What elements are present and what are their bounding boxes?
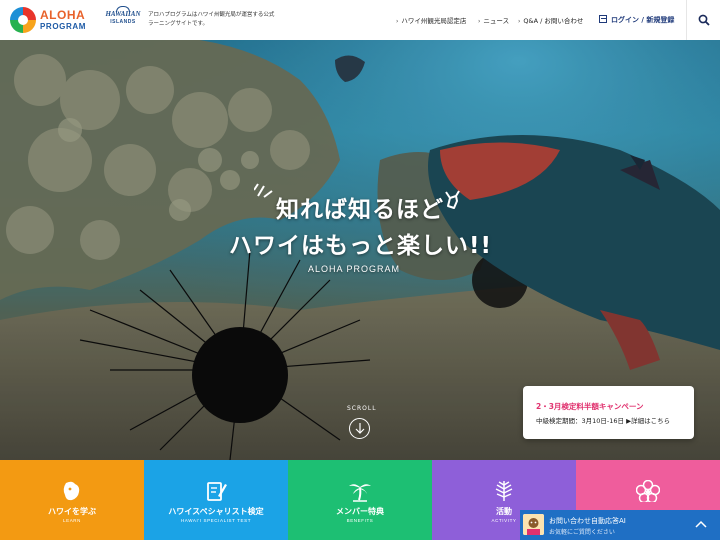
hawaii-island-icon xyxy=(63,481,80,501)
partner-logo-text: HAWAIIAN xyxy=(105,10,141,18)
tile-label: ハワイを学ぶ xyxy=(48,507,96,516)
site-description: アロハプログラムはハワイ州観光局が運営する公式ラーニングサイトです。 xyxy=(148,12,275,27)
chat-title: お問い合わせ自動応答AI xyxy=(549,517,626,525)
nav-label: ハワイ州観光局認定店 xyxy=(401,17,467,25)
partner-logo-subtext: ISLANDS xyxy=(110,19,136,25)
search-icon xyxy=(698,14,710,26)
hero-headline-line2: ハワイはもっと楽しい!! xyxy=(229,233,492,259)
site-header: ALOHA PROGRAM HAWAIIAN ISLANDS アロハプログラムは… xyxy=(0,0,720,40)
hero-banner: 知れば知るほど ハワイはもっと楽しい!! ALOHA PROGRAM SCROL… xyxy=(0,40,720,460)
chat-subtitle: お気軽にご質問ください xyxy=(549,529,615,536)
login-label: ログイン / 新規登録 xyxy=(611,16,675,24)
chat-avatar xyxy=(523,514,544,535)
mascot-avatar-icon xyxy=(523,514,544,535)
test-pen-icon xyxy=(207,482,227,501)
campaign-title: 2・3月検定料半額キャンペーン xyxy=(536,402,644,411)
nav-certified-shops[interactable]: › ハワイ州観光局認定店 xyxy=(396,15,466,25)
hawaiian-islands-logo[interactable]: HAWAIIAN ISLANDS xyxy=(104,6,142,32)
logo-text-line2: PROGRAM xyxy=(40,22,86,31)
chevron-up-icon[interactable] xyxy=(692,516,710,534)
fern-icon xyxy=(495,481,513,501)
logo-text-line1: ALOHA xyxy=(40,8,86,22)
palm-tree-icon xyxy=(349,484,371,502)
tile-sublabel: HAWAI'I SPECIALIST TEST xyxy=(180,518,252,523)
shaka-hand-icon xyxy=(445,190,460,209)
chevron-right-icon: › xyxy=(478,18,481,25)
scroll-label: SCROLL xyxy=(347,405,377,412)
nav-news[interactable]: › ニュース xyxy=(478,15,509,25)
tile-learn[interactable]: ハワイを学ぶ LEARN xyxy=(0,460,144,540)
chevron-right-icon: › xyxy=(518,18,521,25)
hero-headline-line1: 知れば知るほど xyxy=(276,197,444,223)
nav-qa-contact[interactable]: › Q&A / お問い合わせ xyxy=(518,15,583,25)
tile-sublabel: BENEFITS xyxy=(346,518,374,523)
tile-label: ハワイスペシャリスト検定 xyxy=(168,507,264,516)
login-icon xyxy=(599,15,607,23)
login-register-link[interactable]: ログイン / 新規登録 xyxy=(599,14,674,25)
campaign-banner[interactable]: 2・3月検定料半額キャンペーン 中級検定期間：3月10日-16日 ▶詳細はこちら xyxy=(523,386,694,439)
tile-label: メンバー特典 xyxy=(336,507,384,516)
sparkle-icon xyxy=(254,183,273,198)
nav-label: Q&A / お問い合わせ xyxy=(523,17,584,25)
tile-specialist-test[interactable]: ハワイスペシャリスト検定 HAWAI'I SPECIALIST TEST xyxy=(144,460,288,540)
nav-label: ニュース xyxy=(483,17,510,25)
tile-member-benefits[interactable]: メンバー特典 BENEFITS xyxy=(288,460,432,540)
hibiscus-icon xyxy=(636,480,660,502)
campaign-detail-link[interactable]: 中級検定期間：3月10日-16日 ▶詳細はこちら xyxy=(536,415,670,425)
search-button[interactable] xyxy=(686,0,720,40)
chevron-right-icon: › xyxy=(396,18,399,25)
ai-chat-widget[interactable]: お問い合わせ自動応答AI お気軽にご質問ください xyxy=(520,510,720,540)
arrow-down-icon xyxy=(355,423,365,434)
logo-mark-icon xyxy=(10,7,36,33)
scroll-down-button[interactable] xyxy=(349,418,370,439)
tile-sublabel: LEARN xyxy=(62,518,81,523)
hero-brand-text: ALOHA PROGRAM xyxy=(308,264,401,274)
aloha-program-logo[interactable]: ALOHA PROGRAM xyxy=(10,6,98,34)
